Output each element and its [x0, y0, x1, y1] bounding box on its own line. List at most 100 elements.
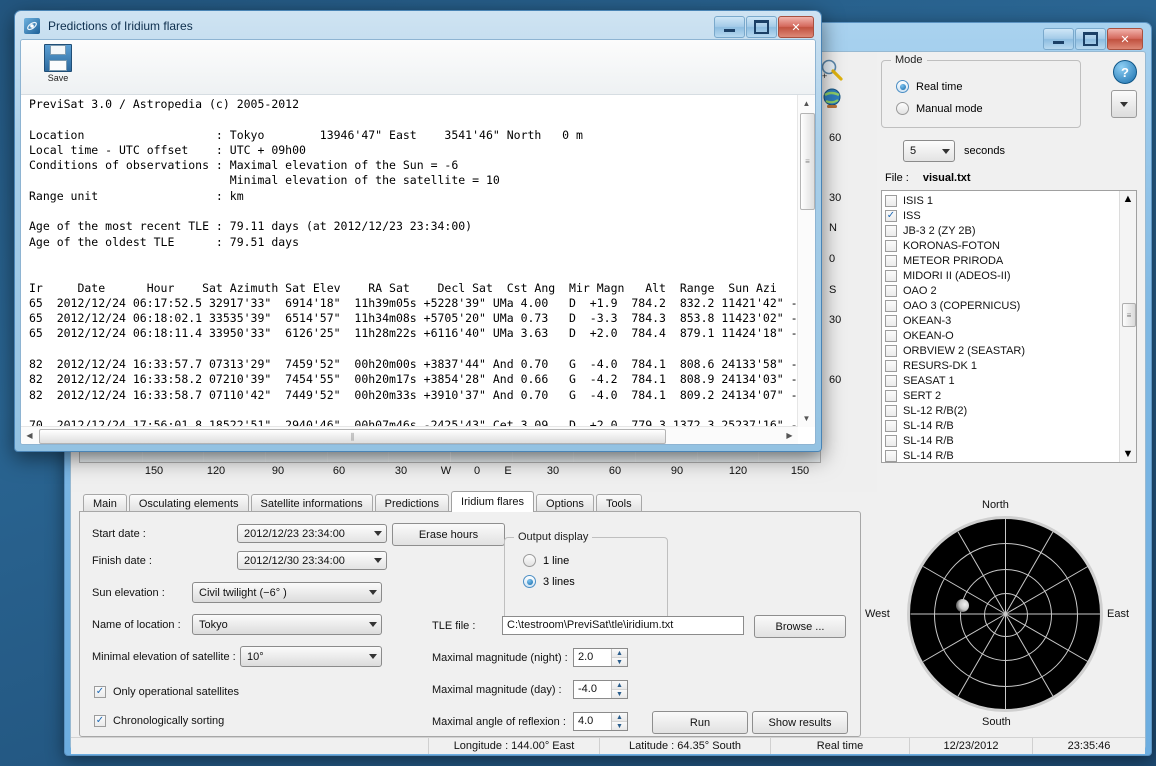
vertical-scrollbar-thumb[interactable]: ≡ [800, 113, 815, 210]
report-text-area[interactable]: PreviSat 3.0 / Astropedia (c) 2005-2012 … [21, 95, 815, 444]
max-angle-stepper[interactable]: 4.0 ▲ ▼ [573, 712, 628, 731]
spinner-up-icon[interactable]: ▲ [612, 649, 627, 658]
satellite-checkbox-icon[interactable] [885, 299, 897, 312]
save-button[interactable]: Save [35, 44, 81, 83]
satellite-checkbox-icon[interactable] [885, 284, 897, 297]
finish-date-combo[interactable]: 2012/12/30 23:34:00 [237, 551, 387, 570]
tab-osculating-elements[interactable]: Osculating elements [128, 494, 249, 512]
scroll-down-icon[interactable]: ▼ [1120, 446, 1136, 462]
satellite-checkbox-icon[interactable] [885, 254, 897, 267]
satellite-checkbox-icon[interactable] [885, 314, 897, 327]
radio-manual-mode[interactable]: Manual mode [896, 102, 1070, 115]
help-icon[interactable]: ? [1113, 60, 1137, 84]
list-item[interactable]: KORONAS-FOTON [885, 238, 1136, 253]
satellite-checkbox-icon[interactable] [885, 344, 897, 357]
report-vertical-scrollbar[interactable]: ▲ ≡ ▼ [797, 95, 815, 427]
spinner-down-icon[interactable]: ▼ [612, 658, 627, 666]
satellite-checkbox-icon[interactable] [885, 329, 897, 342]
dialog-titlebar[interactable]: Predictions of Iridium flares ✕ [15, 11, 821, 41]
interval-combo[interactable]: 5 [903, 140, 955, 162]
satellite-checkbox-icon[interactable] [885, 449, 897, 462]
radio-3-lines[interactable]: 3 lines [523, 575, 659, 588]
tab-main[interactable]: Main [83, 494, 127, 512]
max-mag-night-stepper[interactable]: 2.0 ▲ ▼ [573, 648, 628, 667]
satellite-checkbox-icon[interactable] [885, 404, 897, 417]
browse-button[interactable]: Browse ... [754, 615, 846, 638]
only-operational-checkbox[interactable]: Only operational satellites [94, 686, 239, 698]
scroll-up-icon[interactable]: ▲ [1120, 191, 1136, 207]
tab-predictions[interactable]: Predictions [374, 494, 450, 512]
dialog-minimize-button[interactable] [714, 16, 745, 38]
run-button[interactable]: Run [652, 711, 748, 734]
report-horizontal-scrollbar[interactable]: ◀ ∥ ▶ [21, 426, 798, 444]
tab-options[interactable]: Options [536, 494, 594, 512]
satellite-list[interactable]: ISIS 1 ISS JB-3 2 (ZY 2B) KORONAS-FOTON METE… [881, 190, 1137, 463]
chronological-checkbox-icon[interactable] [94, 715, 106, 727]
satellite-checkbox-icon[interactable] [885, 269, 897, 282]
max-angle-value[interactable]: 4.0 [574, 713, 611, 730]
start-date-combo[interactable]: 2012/12/23 23:34:00 [237, 524, 387, 543]
satellite-checkbox-icon[interactable] [885, 224, 897, 237]
close-button[interactable]: ✕ [1107, 28, 1143, 50]
minimize-button[interactable] [1043, 28, 1074, 50]
list-item[interactable]: SL-14 R/B [885, 448, 1136, 462]
dialog-close-button[interactable]: ✕ [778, 16, 814, 38]
erase-hours-button[interactable]: Erase hours [392, 523, 505, 546]
radio-manual-mode-icon[interactable] [896, 102, 909, 115]
tle-file-input[interactable]: C:\testroom\PreviSat\tle\iridium.txt [502, 616, 744, 635]
radio-real-time-icon[interactable] [896, 80, 909, 93]
list-item[interactable]: OKEAN-O [885, 328, 1136, 343]
minimal-elevation-combo[interactable]: 10° [240, 646, 382, 667]
list-item[interactable]: SL-14 R/B [885, 433, 1136, 448]
list-item[interactable]: OKEAN-3 [885, 313, 1136, 328]
list-item[interactable]: OAO 2 [885, 283, 1136, 298]
list-item[interactable]: OAO 3 (COPERNICUS) [885, 298, 1136, 313]
chronological-checkbox[interactable]: Chronologically sorting [94, 715, 224, 727]
list-item[interactable]: RESURS-DK 1 [885, 358, 1136, 373]
list-item[interactable]: ISS [885, 208, 1136, 223]
list-item[interactable]: ISIS 1 [885, 193, 1136, 208]
spinner-down-icon[interactable]: ▼ [612, 690, 627, 698]
scrollbar-thumb[interactable]: ≡ [1122, 303, 1136, 327]
satellite-checkbox-icon[interactable] [885, 389, 897, 402]
list-item[interactable]: SERT 2 [885, 388, 1136, 403]
radio-real-time[interactable]: Real time [896, 80, 1070, 93]
list-item[interactable]: ORBVIEW 2 (SEASTAR) [885, 343, 1136, 358]
only-operational-checkbox-icon[interactable] [94, 686, 106, 698]
scroll-down-icon[interactable]: ▼ [798, 410, 815, 427]
name-of-location-combo[interactable]: Tokyo [192, 614, 382, 635]
polar-chart-disc[interactable] [907, 516, 1103, 712]
tab-iridium-flares[interactable]: Iridium flares [451, 491, 535, 512]
scroll-left-icon[interactable]: ◀ [21, 427, 38, 444]
radio-3-lines-icon[interactable] [523, 575, 536, 588]
show-results-button[interactable]: Show results [752, 711, 848, 734]
satellite-checkbox-icon[interactable] [885, 419, 897, 432]
spinner-up-icon[interactable]: ▲ [612, 681, 627, 690]
max-mag-day-value[interactable]: -4.0 [574, 681, 611, 698]
radio-1-line-icon[interactable] [523, 554, 536, 567]
list-item[interactable]: MIDORI II (ADEOS-II) [885, 268, 1136, 283]
chevron-down-icon[interactable] [1111, 90, 1137, 118]
satellite-list-scrollbar[interactable]: ▲ ≡ ▼ [1119, 191, 1136, 462]
moon-marker[interactable] [956, 599, 969, 612]
satellite-checkbox-icon[interactable] [885, 194, 897, 207]
max-mag-night-value[interactable]: 2.0 [574, 649, 611, 666]
satellite-checkbox-icon[interactable] [885, 374, 897, 387]
scroll-right-icon[interactable]: ▶ [781, 427, 798, 444]
list-item[interactable]: SEASAT 1 [885, 373, 1136, 388]
spinner-up-icon[interactable]: ▲ [612, 713, 627, 722]
satellite-checkbox-icon[interactable] [885, 239, 897, 252]
max-mag-day-stepper[interactable]: -4.0 ▲ ▼ [573, 680, 628, 699]
list-item[interactable]: SL-12 R/B(2) [885, 403, 1136, 418]
sun-elevation-combo[interactable]: Civil twilight (−6° ) [192, 582, 382, 603]
tab-tools[interactable]: Tools [595, 494, 642, 512]
radio-1-line[interactable]: 1 line [523, 554, 659, 567]
list-item[interactable]: METEOR PRIRODA [885, 253, 1136, 268]
list-item[interactable]: JB-3 2 (ZY 2B) [885, 223, 1136, 238]
satellite-checkbox-icon[interactable] [885, 434, 897, 447]
maximize-button[interactable] [1075, 28, 1106, 50]
tab-satellite-informations[interactable]: Satellite informations [250, 494, 373, 512]
scroll-up-icon[interactable]: ▲ [798, 95, 815, 112]
satellite-checkbox-icon[interactable] [885, 359, 897, 372]
spinner-down-icon[interactable]: ▼ [612, 722, 627, 730]
